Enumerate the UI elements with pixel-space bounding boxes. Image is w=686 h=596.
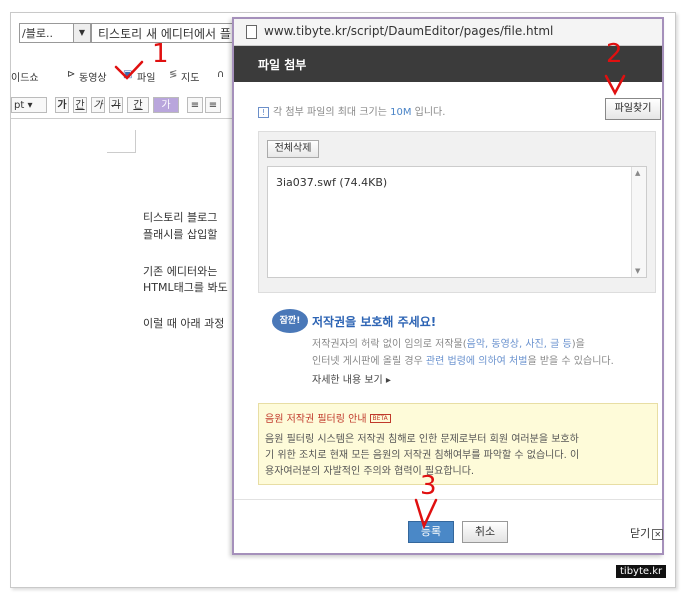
toolbar-divider [11,118,241,119]
close-label: 닫기 [630,527,651,540]
copyright-text: 저작권자의 허락 없이 임의로 저작물( [312,339,467,350]
notice-title-text: 음원 저작권 필터링 안내 [265,414,367,425]
copyright-line-1: 저작권자의 허락 없이 임의로 저작물(음악, 동영상, 사진, 글 등)을 [312,335,585,350]
music-filter-notice: 음원 저작권 필터링 안내 BETA 음원 필터링 시스템은 저작권 침해로 인한… [258,403,658,485]
scroll-down-icon[interactable]: ▼ [635,267,640,275]
headphone-icon[interactable]: ∩ [217,69,224,80]
editor-cursor-area [107,130,136,153]
notice-line: 음원 필터링 시스템은 저작권 침해로 인한 문제로부터 회원 여러분을 보호하 [265,434,579,445]
editor-background: /블로.. ▼ 티스토리 새 에디터에서 플 이드쇼 ⊳ 동영상 ▣ 파일 ≶ … [11,13,241,585]
cancel-button[interactable]: 취소 [462,521,508,543]
copyright-text: 인터넷 게시판에 올릴 경우 [312,356,426,367]
close-button[interactable]: 닫기 ✕ [630,525,664,541]
copyright-text: 을 받을 수 있습니다. [527,356,614,367]
map-button[interactable]: 지도 [181,69,199,84]
copyright-line-2: 인터넷 게시판에 올릴 경우 관련 법령에 의하여 처벌을 받을 수 있습니다. [312,352,614,367]
beta-badge: BETA [369,414,391,423]
file-icon: ▣ [123,69,133,80]
page-icon [246,25,257,39]
file-list-scrollbar[interactable]: ▲ ▼ [631,167,646,277]
play-icon: ⊳ [67,69,76,80]
delete-all-button[interactable]: 전체삭제 [267,140,319,158]
find-file-button[interactable]: 파일찾기 [605,98,661,120]
file-panel: 전체삭제 3ia037.swf (74.4KB) ▲ ▼ [258,131,656,293]
format-toolbar: pt ▾ 가 간 가 가 간 가 ≡ ≡ [11,95,241,115]
url-text[interactable]: www.tibyte.kr/script/DaumEditor/pages/fi… [264,24,553,38]
info-suffix: 입니다. [414,107,446,118]
bg-color-button[interactable]: 가 [153,97,179,113]
info-size: 10M [390,107,412,118]
body-line: 플래시를 삽입할 [143,228,218,241]
font-color-button[interactable]: 간 [127,97,149,113]
body-line: HTML태그를 봐도 [143,281,228,294]
notice-title: 음원 저작권 필터링 안내 BETA [265,410,391,425]
file-attach-popup: www.tibyte.kr/script/DaumEditor/pages/fi… [232,17,664,555]
file-list: 3ia037.swf (74.4KB) ▲ ▼ [267,166,647,278]
copyright-notice: 잠깐! 저작권을 보호해 주세요! 저작권자의 허락 없이 임의로 저작물(음악… [272,309,662,389]
font-size-select[interactable]: pt ▾ [11,97,47,113]
post-title-input[interactable]: 티스토리 새 에디터에서 플 [91,23,241,43]
copyright-title: 저작권을 보호해 주세요! [312,315,437,329]
info-prefix: 각 첨부 파일의 최대 크기는 [273,107,387,118]
popup-header: 파일 첨부 [234,46,662,82]
insert-toolbar: 이드쇼 ⊳ 동영상 ▣ 파일 ≶ 지도 ∩ [11,65,241,87]
copyright-highlight: 관련 법령에 의하여 처벌 [425,356,528,367]
notice-line: 용자여러분의 자발적인 주의와 협력이 필요합니다. [265,466,475,477]
more-details-link[interactable]: 자세한 내용 보기 ▸ [312,371,391,386]
file-button[interactable]: 파일 [137,69,155,84]
italic-button[interactable]: 가 [91,97,105,113]
font-size-value: pt [14,100,25,111]
underline-button[interactable]: 간 [73,97,87,113]
body-line: 티스토리 블로그 [143,211,218,224]
wait-badge-icon: 잠깐! [272,309,308,333]
category-value: /블로.. [22,27,53,40]
body-line: 기존 에디터와는 [143,265,218,278]
slideshow-button[interactable]: 이드쇼 [11,69,39,84]
align-left-icon[interactable]: ≡ [187,97,203,113]
close-icon[interactable]: ✕ [652,529,664,540]
bold-button[interactable]: 가 [55,97,69,113]
copyright-highlight: 음악, 동영상, 사진, 글 등 [466,339,572,350]
max-size-info: ! 각 첨부 파일의 최대 크기는 10M 입니다. [258,103,445,118]
map-pin-icon: ≶ [169,69,178,80]
watermark: tibyte.kr [616,565,667,578]
file-list-item[interactable]: 3ia037.swf (74.4KB) [276,176,387,189]
video-button[interactable]: 동영상 [79,69,107,84]
info-icon: ! [258,107,269,118]
copyright-text: )을 [571,339,585,350]
post-title-row: /블로.. ▼ 티스토리 새 에디터에서 플 [11,23,241,47]
strike-button[interactable]: 가 [109,97,123,113]
notice-line: 기 위한 조치로 현재 모든 음원의 저작권 침해여부를 파악할 수 없습니다.… [265,450,580,461]
body-line: 이럴 때 아래 과정 [143,317,225,330]
popup-title: 파일 첨부 [258,58,307,72]
register-button[interactable]: 등록 [408,521,454,543]
chevron-down-icon[interactable]: ▼ [73,24,90,42]
category-select[interactable]: /블로.. ▼ [19,23,91,43]
address-bar: www.tibyte.kr/script/DaumEditor/pages/fi… [234,19,662,46]
scroll-up-icon[interactable]: ▲ [635,169,640,177]
align-center-icon[interactable]: ≡ [205,97,221,113]
footer-divider [234,499,662,500]
